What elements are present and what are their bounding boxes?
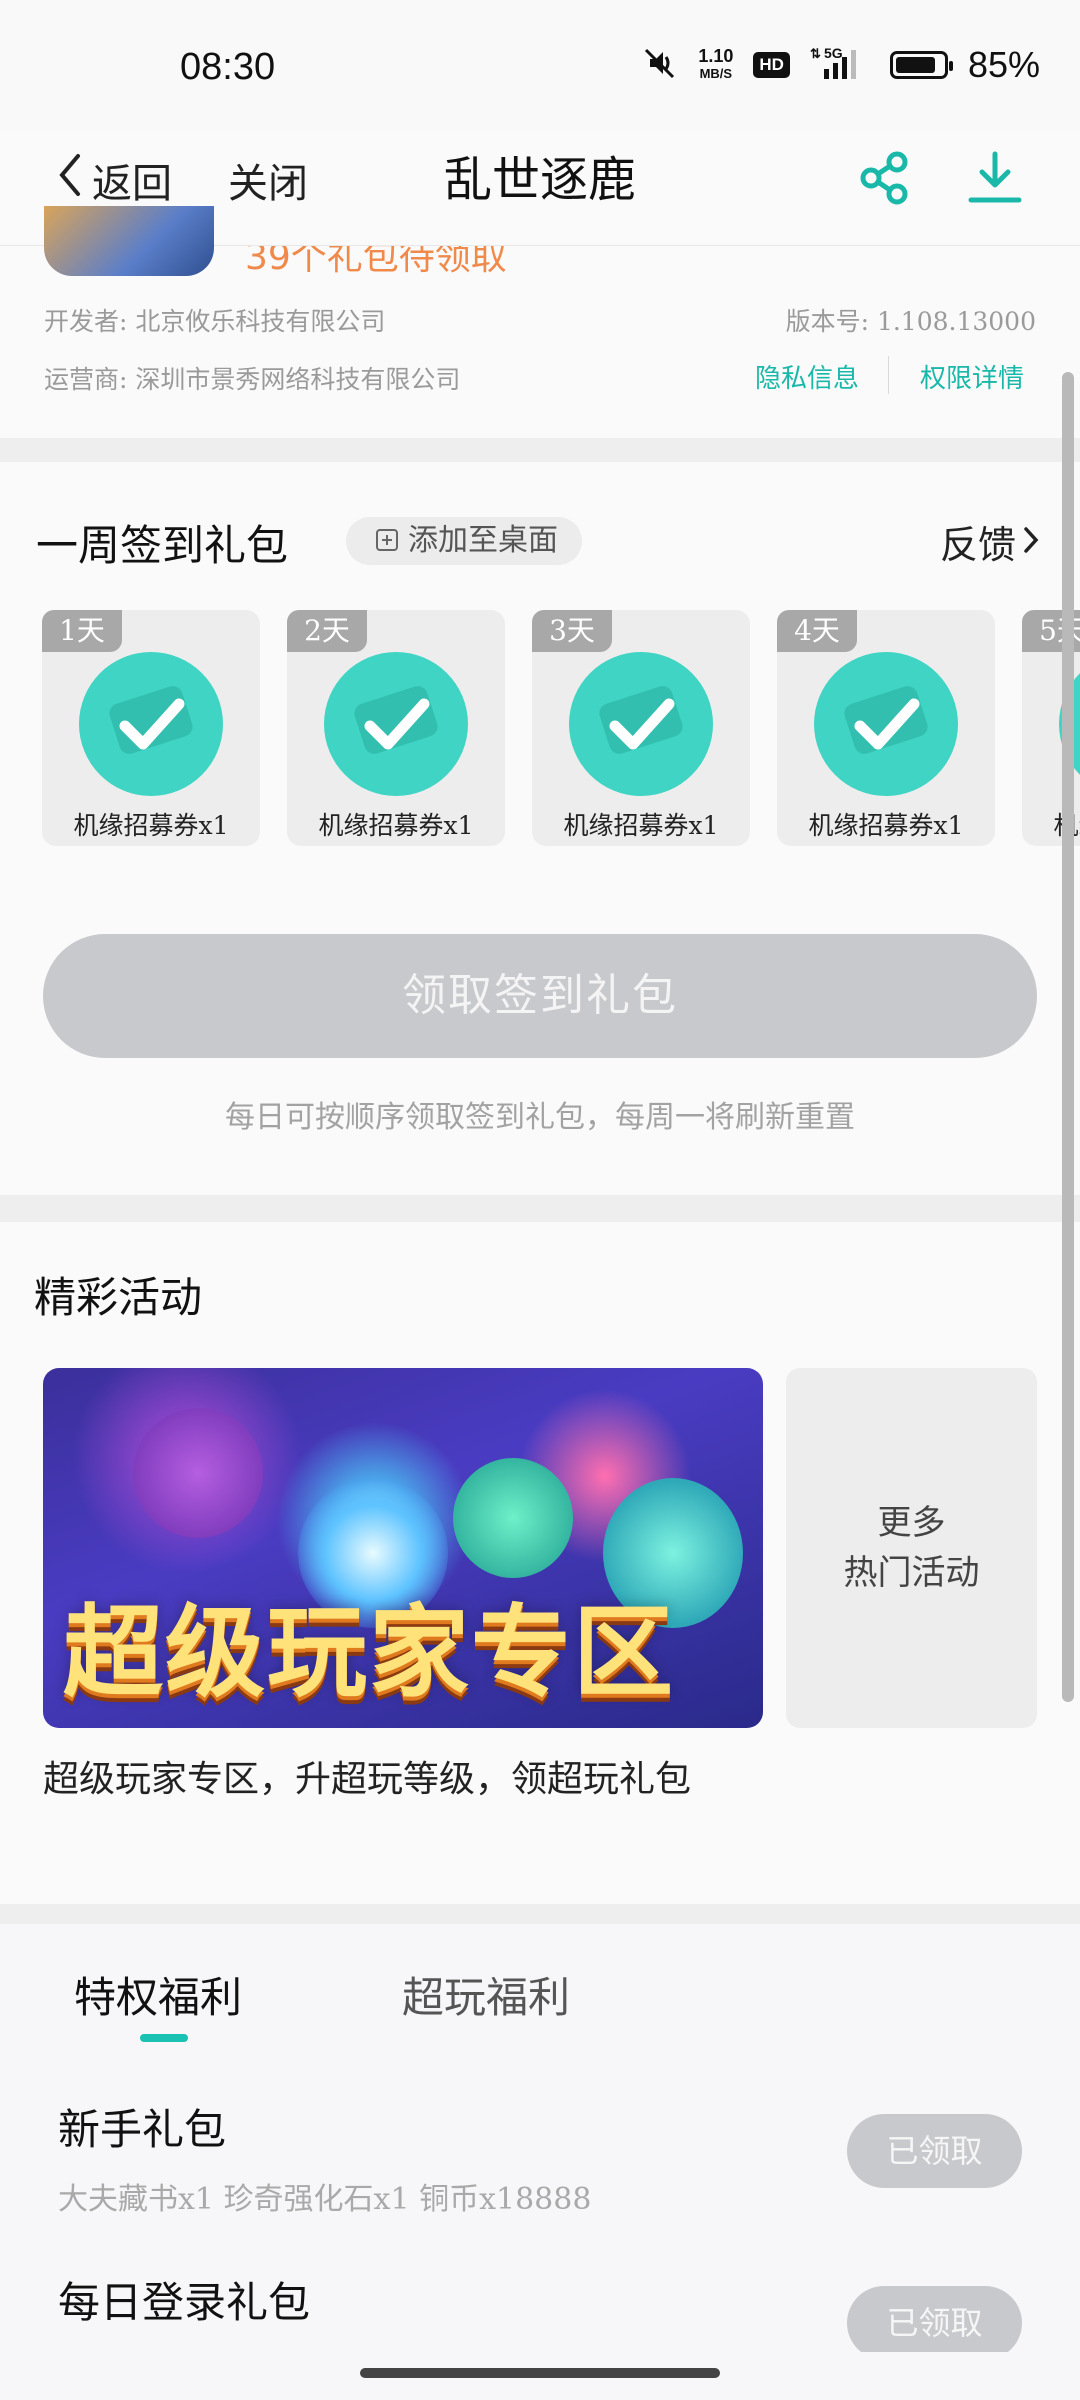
day-tag: 1天: [42, 610, 122, 652]
section-divider: [0, 1195, 1080, 1222]
activity-banner[interactable]: 超级玩家专区: [43, 1368, 763, 1728]
section-divider: [0, 1904, 1080, 1924]
net-speed: 1.10 MB/S: [698, 47, 733, 83]
tab-privilege-benefits[interactable]: 特权福利: [74, 1964, 242, 2025]
gift-title: 新手礼包: [58, 2105, 227, 2154]
more-activities-line1: 更多: [877, 1503, 946, 1543]
signin-day-list: 1天 机缘招募券x1 2天 机缘招募券x1 3天 机缘招募券x1 4天 机缘招募…: [42, 610, 1080, 846]
day-tag: 4天: [777, 610, 857, 652]
operator-text: 运营商: 深圳市景秀网络科技有限公司: [44, 365, 461, 394]
more-activities-line2: 热门活动: [843, 1553, 980, 1593]
signin-day-card[interactable]: 2天 机缘招募券x1: [287, 610, 505, 846]
activities-card: 精彩活动 超级玩家专区 更多 热门活动 超级玩家专区，升超玩等级，领超玩礼包: [0, 1222, 1080, 1904]
add-to-desktop-label: 添加至桌面: [408, 523, 558, 558]
version-text: 版本号: 1.108.13000: [785, 307, 1036, 336]
activity-description: 超级玩家专区，升超玩等级，领超玩礼包: [43, 1759, 692, 1800]
signal-icon: ⇅ 5G: [810, 45, 870, 86]
permission-link[interactable]: 权限详情: [920, 358, 1024, 395]
game-info-card: 39个礼包待领取 开发者: 北京攸乐科技有限公司 版本号: 1.108.1300…: [0, 206, 1080, 438]
more-activities-button[interactable]: 更多 热门活动: [786, 1368, 1037, 1728]
battery-percent: 85%: [967, 44, 1040, 85]
day-reward: 机缘招募券x1: [73, 811, 229, 840]
chevron-right-icon: [1022, 520, 1040, 564]
mute-icon: [640, 46, 678, 85]
developer-text: 开发者: 北京攸乐科技有限公司: [44, 307, 386, 336]
benefits-section: 特权福利 超玩福利 新手礼包 大夫藏书x1 珍奇强化石x1 铜币x18888 已…: [0, 1924, 1080, 2400]
svg-text:⇅: ⇅: [810, 46, 821, 61]
claimed-check-icon: [79, 652, 223, 796]
signin-gift-card: 一周签到礼包 添加至桌面 反馈 1天 机缘招募券x1 2天 机缘招募券x1 3天…: [0, 462, 1080, 1195]
hd-badge: HD: [753, 52, 790, 78]
claimed-check-icon: [324, 652, 468, 796]
banner-title: 超级玩家专区: [63, 1594, 675, 1711]
claimed-button[interactable]: 已领取: [847, 2114, 1022, 2188]
claimed-check-icon: [814, 652, 958, 796]
home-indicator[interactable]: [360, 2368, 720, 2378]
day-reward: 机缘招募券x1: [563, 811, 719, 840]
section-divider: [0, 438, 1080, 462]
game-thumbnail: [44, 206, 214, 276]
share-icon[interactable]: [855, 148, 915, 212]
status-icons: 1.10 MB/S HD ⇅ 5G 85%: [640, 44, 1040, 86]
signal-type: 5G: [824, 45, 843, 61]
day-reward: 机缘招募券x1: [808, 811, 964, 840]
download-icon[interactable]: [965, 148, 1025, 212]
page-title: 乱世逐鹿: [443, 152, 636, 208]
status-bar: 08:30 1.10 MB/S HD ⇅ 5G 85%: [0, 0, 1080, 130]
privacy-link[interactable]: 隐私信息: [755, 358, 859, 395]
claimed-button[interactable]: 已领取: [847, 2286, 1022, 2360]
battery-fill: [895, 57, 935, 73]
status-time: 08:30: [180, 46, 276, 88]
signin-day-card[interactable]: 1天 机缘招募券x1: [42, 610, 260, 846]
net-speed-value: 1.10: [698, 46, 734, 66]
plus-square-icon: [376, 529, 398, 551]
net-speed-unit: MB/S: [699, 66, 733, 81]
signin-day-card[interactable]: 3天 机缘招募券x1: [532, 610, 750, 846]
activities-title: 精彩活动: [34, 1273, 203, 1322]
gift-items: 大夫藏书x1 珍奇强化石x1 铜币x18888: [58, 2182, 592, 2217]
gift-title: 每日登录礼包: [58, 2278, 311, 2327]
divider: [888, 356, 889, 394]
tab-super-player-benefits[interactable]: 超玩福利: [402, 1964, 570, 2025]
active-tab-indicator: [140, 2034, 188, 2042]
scrollbar[interactable]: [1062, 372, 1074, 1702]
claimed-check-icon: [569, 652, 713, 796]
battery-icon: [889, 51, 953, 79]
signin-title: 一周签到礼包: [36, 521, 289, 570]
day-tag: 3天: [532, 610, 612, 652]
feedback-label: 反馈: [940, 523, 1017, 567]
signin-day-card[interactable]: 4天 机缘招募券x1: [777, 610, 995, 846]
banner-mascot: [453, 1458, 573, 1578]
day-reward: 机缘招募券x1: [318, 811, 474, 840]
feedback-button[interactable]: 反馈: [940, 514, 1040, 569]
add-to-desktop-button[interactable]: 添加至桌面: [346, 517, 582, 565]
banner-orb: [133, 1408, 263, 1538]
day-tag: 2天: [287, 610, 367, 652]
signin-note: 每日可按顺序领取签到礼包，每周一将刷新重置: [225, 1100, 855, 1135]
claim-signin-gift-button[interactable]: 领取签到礼包: [43, 934, 1037, 1058]
